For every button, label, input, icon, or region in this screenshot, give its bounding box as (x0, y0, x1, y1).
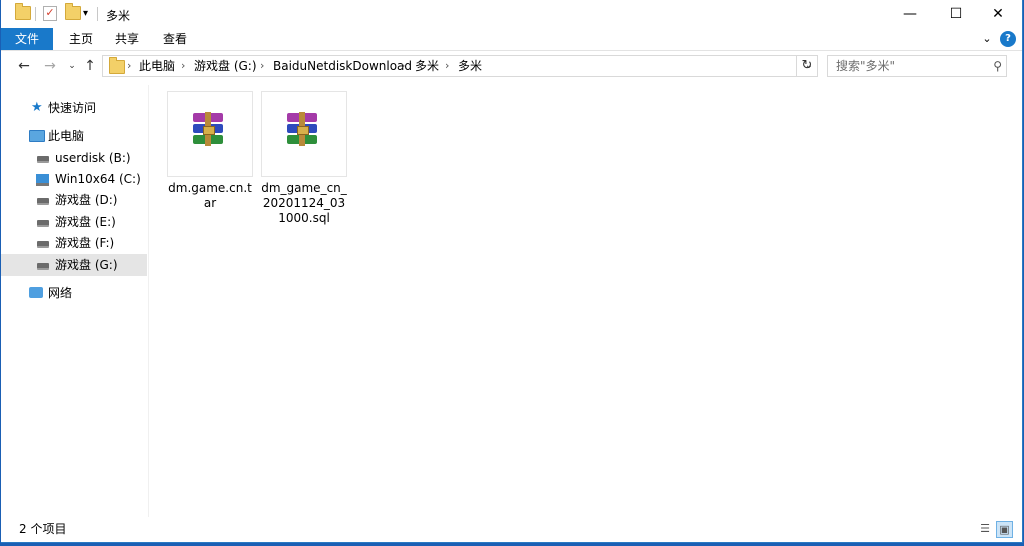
winrar-archive-icon (285, 112, 319, 146)
chevron-right-icon[interactable]: › (401, 56, 405, 76)
file-thumbnail[interactable] (261, 91, 347, 177)
ribbon-tabs: 文件 主页 共享 查看 ⌄ ? (1, 28, 1022, 51)
window-title: 多米 (106, 9, 131, 23)
winrar-archive-icon (191, 112, 225, 146)
search-input[interactable]: 搜索"多米" ⚲ (827, 55, 1007, 77)
computer-icon (29, 130, 45, 142)
chevron-right-icon[interactable]: › (445, 56, 449, 76)
nav-item-network[interactable]: 网络 (1, 282, 147, 304)
search-placeholder: 搜索"多米" (836, 59, 896, 73)
file-item[interactable]: dm_game_cn_20201124_031000.sql (261, 91, 347, 226)
navigation-bar: ← → ⌄ ↑ › 此电脑 › 游戏盘 (G:) › BaiduNetdiskD… (1, 51, 1022, 81)
help-icon[interactable]: ? (1000, 31, 1016, 47)
title-bar: ✓ ▾ 多米 — ☐ ✕ (1, 0, 1022, 28)
nav-item-drive-f[interactable]: 游戏盘 (F:) (1, 232, 147, 254)
nav-label: 快速访问 (48, 101, 97, 115)
back-arrow-icon[interactable]: ← (15, 56, 33, 76)
file-item[interactable]: dm.game.cn.tar (167, 91, 253, 211)
expand-ribbon-icon[interactable]: ⌄ (979, 31, 995, 47)
breadcrumb-drive-g[interactable]: 游戏盘 (G:) (194, 56, 257, 76)
refresh-icon[interactable]: ↻ (796, 56, 817, 76)
recent-locations-icon[interactable]: ⌄ (63, 56, 81, 76)
nav-item-quick-access[interactable]: ★ 快速访问 (1, 97, 147, 119)
nav-label: 游戏盘 (D:) (55, 193, 118, 207)
close-button[interactable]: ✕ (975, 0, 1021, 28)
file-name[interactable]: dm.game.cn.tar (167, 181, 253, 211)
network-icon (29, 287, 43, 298)
nav-item-drive-d[interactable]: 游戏盘 (D:) (1, 189, 147, 211)
folder-icon (109, 57, 125, 74)
large-icons-view-icon[interactable]: ▣ (996, 521, 1013, 538)
customize-toolbar-icon[interactable]: ▾ (83, 6, 88, 22)
search-icon[interactable]: ⚲ (993, 56, 1002, 76)
nav-item-drive-e[interactable]: 游戏盘 (E:) (1, 211, 147, 233)
drive-icon (37, 263, 49, 270)
separator (97, 7, 98, 21)
nav-item-this-pc[interactable]: 此电脑 (1, 125, 147, 147)
explorer-window: ✓ ▾ 多米 — ☐ ✕ 文件 主页 共享 查看 ⌄ ? ← → ⌄ ↑ › 此… (1, 0, 1023, 543)
maximize-button[interactable]: ☐ (933, 0, 979, 28)
breadcrumb-current-folder[interactable]: 多米 (458, 56, 482, 76)
nav-label: 网络 (48, 286, 73, 300)
chevron-right-icon[interactable]: › (260, 56, 264, 76)
folder-icon (15, 3, 31, 22)
navigation-pane: ★ 快速访问 此电脑 userdisk (B:) Win10x64 (C:) 游… (1, 85, 149, 517)
drive-icon (37, 156, 49, 163)
details-view-icon[interactable]: ☰ (977, 521, 993, 537)
breadcrumb-folder[interactable]: 多米 (415, 56, 439, 76)
nav-label: Win10x64 (C:) (55, 172, 141, 186)
star-icon: ★ (31, 100, 43, 115)
nav-item-drive-g[interactable]: 游戏盘 (G:) (1, 254, 147, 276)
windows-drive-icon (36, 174, 49, 186)
file-thumbnail[interactable] (167, 91, 253, 177)
breadcrumb-baidunetdiskdownload[interactable]: BaiduNetdiskDownload (273, 56, 412, 76)
breadcrumb-this-pc[interactable]: 此电脑 (139, 56, 175, 76)
nav-item-drive-c[interactable]: Win10x64 (C:) (1, 168, 147, 190)
nav-item-drive-b[interactable]: userdisk (B:) (1, 147, 147, 169)
tab-share[interactable]: 共享 (109, 28, 145, 50)
nav-label: 此电脑 (48, 129, 85, 143)
file-name[interactable]: dm_game_cn_20201124_031000.sql (261, 181, 347, 226)
tab-view[interactable]: 查看 (157, 28, 193, 50)
forward-arrow-icon[interactable]: → (41, 56, 59, 76)
up-arrow-icon[interactable]: ↑ (81, 56, 99, 76)
minimize-button[interactable]: — (887, 0, 933, 28)
tab-file[interactable]: 文件 (1, 28, 53, 50)
address-bar[interactable]: › 此电脑 › 游戏盘 (G:) › BaiduNetdiskDownload … (102, 55, 818, 77)
nav-label: 游戏盘 (G:) (55, 258, 118, 272)
tab-home[interactable]: 主页 (63, 28, 99, 50)
chevron-right-icon[interactable]: › (127, 56, 131, 76)
file-list: dm.game.cn.tar dm_game_cn_20201124_03100… (151, 85, 1022, 517)
properties-icon[interactable]: ✓ (43, 6, 57, 22)
nav-label: 游戏盘 (F:) (55, 236, 115, 250)
separator (35, 7, 36, 21)
status-bar: 2 个项目 ☰ ▣ (1, 517, 1022, 541)
nav-label: userdisk (B:) (55, 151, 131, 165)
drive-icon (37, 241, 49, 248)
nav-label: 游戏盘 (E:) (55, 215, 116, 229)
chevron-right-icon[interactable]: › (181, 56, 185, 76)
new-folder-icon[interactable] (65, 3, 81, 22)
item-count: 2 个项目 (19, 522, 67, 536)
drive-icon (37, 220, 49, 227)
drive-icon (37, 198, 49, 205)
